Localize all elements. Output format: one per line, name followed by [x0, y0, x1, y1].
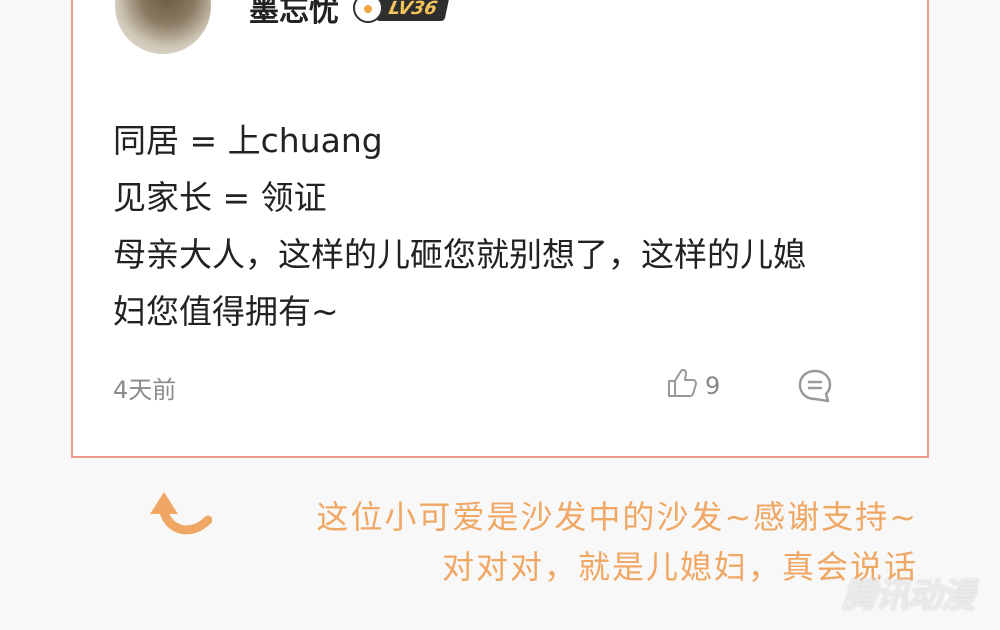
comment-line: 母亲大人，这样的儿砸您就别想了，这样的儿媳 [113, 235, 806, 274]
comment-body: 同居 = 上chuang 见家长 = 领证 母亲大人，这样的儿砸您就别想了，这样… [113, 112, 893, 340]
watermark: 腾讯动漫 [842, 576, 975, 616]
like-button[interactable]: 9 [665, 366, 720, 406]
comment-line: 见家长 = 领证 [113, 178, 327, 217]
level-label: LV36 [376, 0, 450, 21]
avatar[interactable] [115, 0, 211, 54]
level-badge: LV36 [353, 0, 450, 23]
thumbs-up-icon[interactable] [665, 366, 699, 406]
caption-line: 这位小可爱是沙发中的沙发~感谢支持~ [316, 498, 918, 536]
comment-line: 妇您值得拥有~ [113, 292, 339, 331]
comment-line: 同居 = 上chuang [113, 121, 383, 160]
reply-bubble-icon[interactable] [797, 368, 833, 408]
comment-card: 墨忘忧 LV36 同居 = 上chuang 见家长 = 领证 母亲大人，这样的儿… [71, 0, 929, 458]
comment-time: 4天前 [113, 376, 177, 404]
like-count: 9 [705, 372, 721, 400]
username[interactable]: 墨忘忧 [249, 0, 339, 30]
curved-arrow-icon [140, 484, 213, 540]
